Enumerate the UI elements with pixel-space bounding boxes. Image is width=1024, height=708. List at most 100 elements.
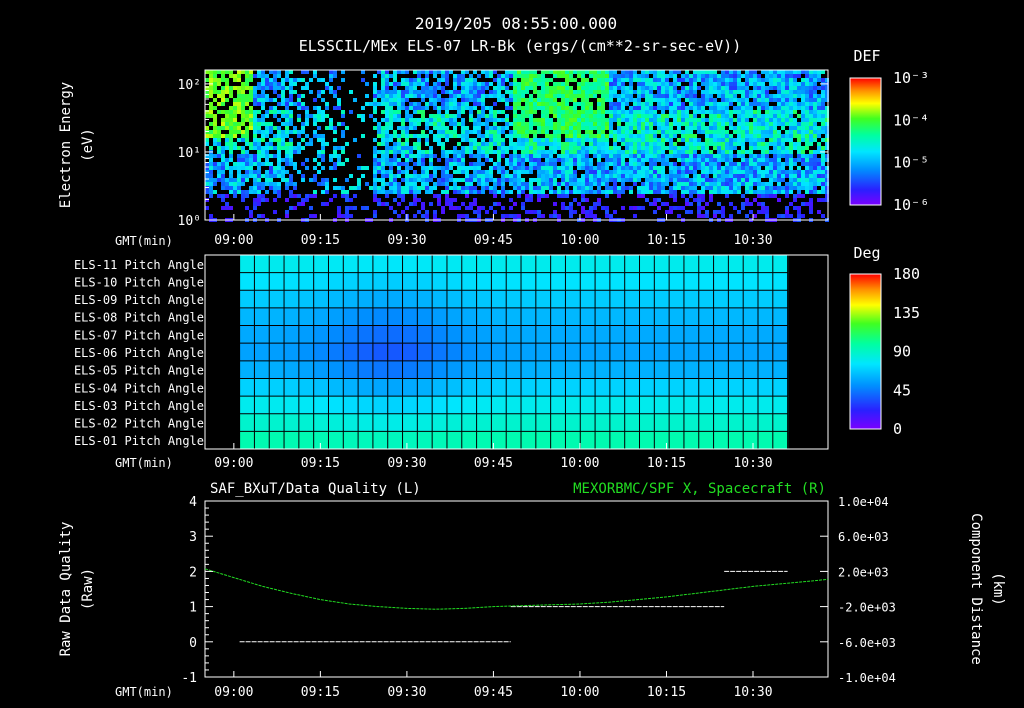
spectrogram-cell [809,210,813,214]
pitch-angle-cell [343,431,359,450]
spectrogram-cell [641,110,645,114]
spectrogram-cell [549,158,553,162]
spectrogram-cell [469,90,473,94]
pitch-angle-cell [387,360,404,379]
spectrogram-cell [709,186,713,190]
spectrogram-cell [545,110,549,114]
pitch-angle-cell [743,307,759,327]
spectrogram-cell [705,182,709,186]
spectrogram-cell [657,142,661,146]
spectrogram-cell [637,206,641,210]
pitch-angle-cell [269,307,285,327]
pitch-angle-cell [476,255,492,274]
pitch-angle-cell [358,413,374,432]
spectrogram-cell [813,122,817,126]
spectrogram-cell [245,82,249,86]
spectrogram-cell [705,186,709,190]
pitch-angle-cell [698,396,715,415]
spectrogram-cell [793,126,797,130]
spectrogram-cell [613,162,617,166]
spectrogram-cell [285,114,289,118]
spectrogram-cell [689,142,693,146]
spectrogram-cell [517,122,521,126]
pitch-angle-cell [595,255,611,274]
spectrogram-cell [713,70,717,74]
spectrogram-cell [261,74,265,78]
spectrogram-cell [565,158,569,162]
spectrogram-cell [625,166,629,170]
spectrogram-cell [721,70,725,74]
spectrogram-cell [697,118,701,122]
x-tick-label: 09:45 [474,685,513,700]
spectrogram-cell [385,202,389,206]
spectrogram-cell [809,86,813,90]
spectrogram-cell [653,134,657,138]
spectrogram-cell [433,70,437,74]
spectrogram-cell [657,78,661,82]
spectrogram-cell [541,174,545,178]
spectrogram-cell [529,166,533,170]
spectrogram-cell [417,70,421,74]
spectrogram-cell [745,138,749,142]
spectrogram-cell [465,82,469,86]
spectrogram-cell [265,154,269,158]
spectrogram-cell [373,166,377,170]
spectrogram-cell [557,126,561,130]
spectrogram-cell [541,214,545,218]
spectrogram-cell [349,186,353,190]
spectrogram-cell [725,94,729,98]
spectrogram-cell [733,130,737,134]
spectrogram-cell [469,110,473,114]
spectrogram-cell [625,114,629,118]
spectrogram-cell [757,134,761,138]
spectrogram-cell [277,70,281,74]
spectrogram-cell [757,94,761,98]
spectrogram-cell [701,146,705,150]
spectrogram-cell [225,110,229,114]
spectrogram-cell [289,86,293,90]
spectrogram-cell [489,174,493,178]
spectrogram-cell [217,90,221,94]
spectrogram-cell [657,186,661,190]
spectrogram-cell [661,182,665,186]
spectrogram-cell [701,110,705,114]
spectrogram-cell [329,86,333,90]
spectrogram-cell [809,186,813,190]
spectrogram-cell [689,210,693,214]
spectrogram-cell [553,150,557,154]
spectrogram-cell [789,70,793,74]
spectrogram-cell [321,114,325,118]
spectrogram-cell [709,158,713,162]
spectrogram-cell [313,114,317,118]
spectrogram-cell [657,170,661,174]
spectrogram-cell [729,118,733,122]
spectrogram-cell [245,110,249,114]
spectrogram-cell [541,138,545,142]
spectrogram-cell [469,142,473,146]
data-quality-axes: -101234 1.0e+046.0e+032.0e+03-2.0e+03-6.0… [181,495,895,700]
spectrogram-cell [765,182,769,186]
spectrogram-cell [417,162,421,166]
spectrogram-cell [789,78,793,82]
spectrogram-cell [317,118,321,122]
spectrogram-cell [289,118,293,122]
spectrogram-cell [673,190,677,194]
spectrogram-cell [757,202,761,206]
spectrogram-cell [749,146,753,150]
spectrogram-cell [265,146,269,150]
spectrogram-cell [641,94,645,98]
spectrogram-cell [541,126,545,130]
spectrogram-cell [341,110,345,114]
spectrogram-cell [617,166,621,170]
spectrogram-cell [637,130,641,134]
spectrogram-cell [765,98,769,102]
spectrogram-cell [477,174,481,178]
spectrogram-cell [693,190,697,194]
spectrogram-cell [749,150,753,154]
spectrogram-cell [273,126,277,130]
spectrogram-cell [729,102,733,106]
pitch-angle-cell [284,413,300,432]
spectrogram-cell [637,134,641,138]
spectrogram-cell [773,162,777,166]
spectrogram-cell [541,150,545,154]
